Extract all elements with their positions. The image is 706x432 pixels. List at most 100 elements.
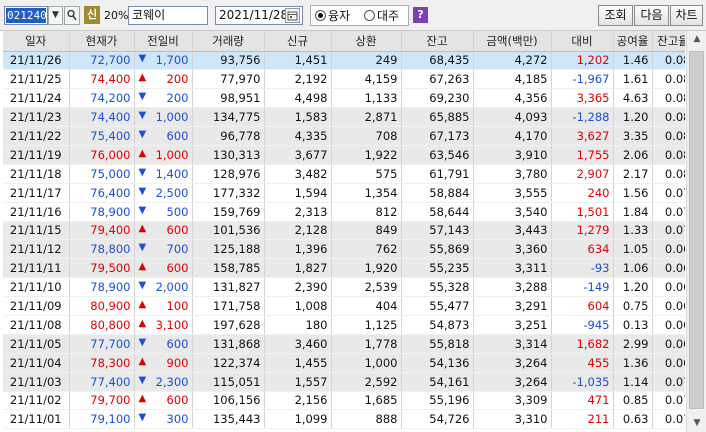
cell-diff: 240 (551, 183, 614, 203)
cell-change: ▼ 1,000 (134, 107, 193, 128)
cell-repay: 1,133 (331, 88, 402, 109)
cell-balance-rate: 0.08 (652, 164, 685, 184)
cell-amount: 3,555 (473, 183, 552, 203)
table-row[interactable]: 21/11/01 79,100 ▼ 300 135,443 1,099 888 54,726 3… (3, 409, 685, 430)
triangle-down-icon: ▼ (138, 166, 147, 178)
column-header[interactable]: 공여율 (613, 31, 653, 52)
margin-rate-label: 20% (104, 9, 129, 22)
cell-date: 21/11/05 (3, 334, 70, 354)
next-button[interactable]: 다음 (634, 5, 669, 26)
search-icon[interactable] (64, 6, 80, 25)
table-row[interactable]: 21/11/16 78,900 ▼ 500 159,769 2,313 812 58,644 3… (3, 202, 685, 222)
cell-credit-rate: 1.56 (613, 183, 653, 203)
column-header[interactable]: 상환 (331, 31, 402, 52)
chart-button[interactable]: 차트 (670, 5, 703, 26)
cell-change-value: 1,000 (155, 147, 189, 162)
cell-change-value: 1,000 (155, 110, 189, 125)
table-row[interactable]: 21/11/03 77,400 ▼ 2,300 115,051 1,557 2,592 54,… (3, 372, 685, 392)
table-row[interactable]: 21/11/09 80,900 ▲ 100 171,758 1,008 404 55,477 3… (3, 296, 685, 316)
cell-volume: 158,785 (192, 258, 265, 279)
triangle-down-icon: ▼ (138, 110, 147, 122)
triangle-down-icon: ▼ (138, 242, 147, 254)
scroll-thumb[interactable] (689, 51, 704, 409)
cell-credit-rate: 1.36 (613, 353, 653, 373)
column-header[interactable]: 신규 (264, 31, 332, 52)
stock-name-field[interactable]: 코웨이 (128, 6, 208, 25)
table-row[interactable]: 21/11/08 80,800 ▲ 3,100 197,628 180 1,125 54,87… (3, 315, 685, 335)
cell-amount: 4,093 (473, 107, 552, 128)
cell-volume: 131,827 (192, 277, 265, 298)
triangle-down-icon: ▼ (138, 185, 147, 197)
scroll-down-icon[interactable]: ▼ (688, 415, 706, 432)
cell-amount: 3,264 (473, 372, 552, 392)
cell-balance: 57,143 (401, 221, 474, 241)
cell-change: ▼ 600 (134, 126, 193, 146)
cell-repay: 2,871 (331, 107, 402, 128)
cell-diff: -93 (551, 258, 614, 279)
cell-repay: 1,354 (331, 183, 402, 203)
cell-volume: 177,332 (192, 183, 265, 203)
table-row[interactable]: 21/11/24 74,200 ▼ 200 98,951 4,498 1,133 69,230… (3, 88, 685, 109)
table-row[interactable]: 21/11/25 74,400 ▲ 200 77,970 2,192 4,159 67,263… (3, 69, 685, 90)
table-row[interactable]: 21/11/02 79,700 ▲ 600 106,156 2,156 1,685 55,19… (3, 391, 685, 411)
cell-repay: 404 (331, 296, 402, 316)
radio-loan[interactable]: 융자 (315, 8, 350, 24)
cell-credit-rate: 1.06 (613, 258, 653, 279)
cell-price: 77,700 (69, 334, 135, 354)
cell-volume: 125,188 (192, 239, 265, 260)
table-row[interactable]: 21/11/12 78,800 ▼ 700 125,188 1,396 762 55,869 3… (3, 239, 685, 260)
radio-lend[interactable]: 대주 (364, 8, 399, 24)
triangle-up-icon: ▲ (138, 223, 147, 235)
column-header[interactable]: 전일비 (134, 31, 193, 52)
cell-balance: 55,235 (401, 258, 474, 279)
column-header[interactable]: 현재가 (69, 31, 135, 52)
cell-balance-rate: 0.07 (652, 202, 685, 222)
cell-diff: -1,035 (551, 372, 614, 392)
cell-price: 74,400 (69, 107, 135, 128)
cell-balance: 58,884 (401, 183, 474, 203)
cell-volume: 128,976 (192, 164, 265, 184)
query-button[interactable]: 조회 (598, 5, 633, 26)
cell-price: 77,400 (69, 372, 135, 392)
cell-credit-rate: 0.63 (613, 409, 653, 430)
cell-diff: -945 (551, 315, 614, 335)
cell-change: ▼ 700 (134, 239, 193, 260)
help-icon[interactable]: ? (413, 7, 428, 23)
scroll-up-icon[interactable]: ▲ (688, 31, 706, 48)
table-row[interactable]: 21/11/05 77,700 ▼ 600 131,868 3,460 1,778 55,81… (3, 334, 685, 354)
column-header[interactable]: 거래량 (192, 31, 265, 52)
cell-change: ▼ 300 (134, 409, 193, 430)
triangle-down-icon: ▼ (138, 204, 147, 216)
table-row[interactable]: 21/11/04 78,300 ▲ 900 122,374 1,455 1,000 54,13… (3, 353, 685, 373)
stock-code-input[interactable]: 021240 (4, 6, 48, 25)
cell-balance: 55,477 (401, 296, 474, 316)
cell-credit-rate: 2.06 (613, 145, 653, 165)
table-row[interactable]: 21/11/26 72,700 ▼ 1,700 93,756 1,451 249 68,435… (3, 51, 685, 71)
column-header[interactable]: 일자 (3, 31, 70, 52)
cell-change-value: 700 (166, 242, 189, 257)
cell-credit-rate: 3.35 (613, 126, 653, 146)
table-row[interactable]: 21/11/15 79,400 ▲ 600 101,536 2,128 849 57,143 3… (3, 221, 685, 241)
cell-change-value: 1,700 (155, 53, 189, 68)
cell-new: 1,583 (264, 107, 332, 128)
table-row[interactable]: 21/11/22 75,400 ▼ 600 96,778 4,335 708 67,173 4,… (3, 126, 685, 146)
calendar-icon[interactable] (285, 8, 300, 23)
cell-repay: 1,000 (331, 353, 402, 373)
table-row[interactable]: 21/11/18 75,000 ▼ 1,400 128,976 3,482 575 61,79… (3, 164, 685, 184)
triangle-down-icon: ▼ (138, 412, 147, 424)
chevron-down-icon[interactable]: ▼ (48, 6, 63, 25)
cell-diff: 1,682 (551, 334, 614, 354)
column-header[interactable]: 잔고 (401, 31, 474, 52)
table-row[interactable]: 21/11/19 76,000 ▲ 1,000 130,313 3,677 1,922 63,… (3, 145, 685, 165)
table-row[interactable]: 21/11/11 79,500 ▲ 600 158,785 1,827 1,920 55,23… (3, 258, 685, 279)
cell-change-value: 200 (166, 91, 189, 106)
column-header[interactable]: 금액(백만) (473, 31, 552, 52)
table-row[interactable]: 21/11/10 78,900 ▼ 2,000 131,827 2,390 2,539 55,… (3, 277, 685, 298)
cell-diff: 3,365 (551, 88, 614, 109)
column-header[interactable]: 잔고율 (652, 31, 685, 52)
cell-repay: 249 (331, 51, 402, 71)
table-row[interactable]: 21/11/23 74,400 ▼ 1,000 134,775 1,583 2,871 65,… (3, 107, 685, 128)
vertical-scrollbar[interactable]: ▲ ▼ (686, 31, 706, 432)
column-header[interactable]: 대비 (551, 31, 614, 52)
table-row[interactable]: 21/11/17 76,400 ▼ 2,500 177,332 1,594 1,354 58,… (3, 183, 685, 203)
